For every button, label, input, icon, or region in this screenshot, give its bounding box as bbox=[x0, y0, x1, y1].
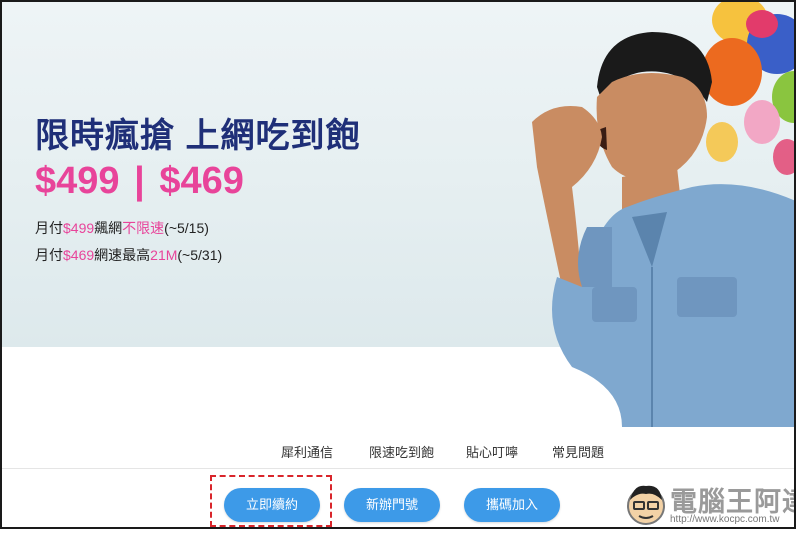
plan-499-detail: 月付$499飆網不限速(~5/15) bbox=[35, 218, 209, 238]
price-separator: | bbox=[134, 160, 145, 202]
plan-469-price: $469 bbox=[63, 247, 95, 263]
highlight-annotation-box bbox=[210, 475, 332, 527]
promo-headline: 限時瘋搶 上網吃到飽 bbox=[35, 117, 361, 155]
shouting-man-image bbox=[532, 32, 794, 427]
plan-469-prefix: 月付 bbox=[35, 247, 63, 263]
plan-469-detail: 月付$469網速最高21M(~5/31) bbox=[35, 245, 222, 265]
page-frame: 限時瘋搶 上網吃到飽 $499 | $469 月付$499飆網不限速(~5/15… bbox=[0, 0, 796, 529]
mascot-logo-icon bbox=[627, 485, 665, 525]
watermark: 電腦王阿達 http://www.kocpc.com.tw bbox=[622, 480, 794, 527]
watermark-url: http://www.kocpc.com.tw bbox=[670, 514, 780, 525]
plan-499-prefix: 月付 bbox=[35, 220, 63, 236]
price-469: $469 bbox=[159, 160, 244, 202]
section-nav: 犀利通信 限速吃到飽 貼心叮嚀 常見問題 bbox=[2, 442, 794, 461]
plan-499-price: $499 bbox=[63, 220, 95, 236]
port-in-button[interactable]: 攜碼加入 bbox=[464, 488, 560, 522]
nav-item-faq[interactable]: 常見問題 bbox=[552, 442, 604, 461]
plan-499-unlimited: 不限速 bbox=[122, 220, 165, 236]
plan-469-speed: 21M bbox=[150, 247, 178, 263]
nav-item-capped-unlimited[interactable]: 限速吃到飽 bbox=[369, 442, 434, 461]
promo-price: $499 | $469 bbox=[35, 160, 244, 203]
plan-499-date: (~5/15) bbox=[164, 220, 209, 236]
plan-499-text: 飆網 bbox=[94, 220, 123, 236]
price-499: $499 bbox=[35, 160, 120, 202]
nav-item-sharp-telecom[interactable]: 犀利通信 bbox=[281, 442, 333, 461]
nav-item-reminders[interactable]: 貼心叮嚀 bbox=[466, 442, 518, 461]
plan-469-text: 網速最高 bbox=[94, 247, 151, 263]
plan-469-date: (~5/31) bbox=[177, 247, 223, 263]
nav-divider bbox=[2, 468, 794, 469]
new-number-button[interactable]: 新辦門號 bbox=[344, 488, 440, 522]
